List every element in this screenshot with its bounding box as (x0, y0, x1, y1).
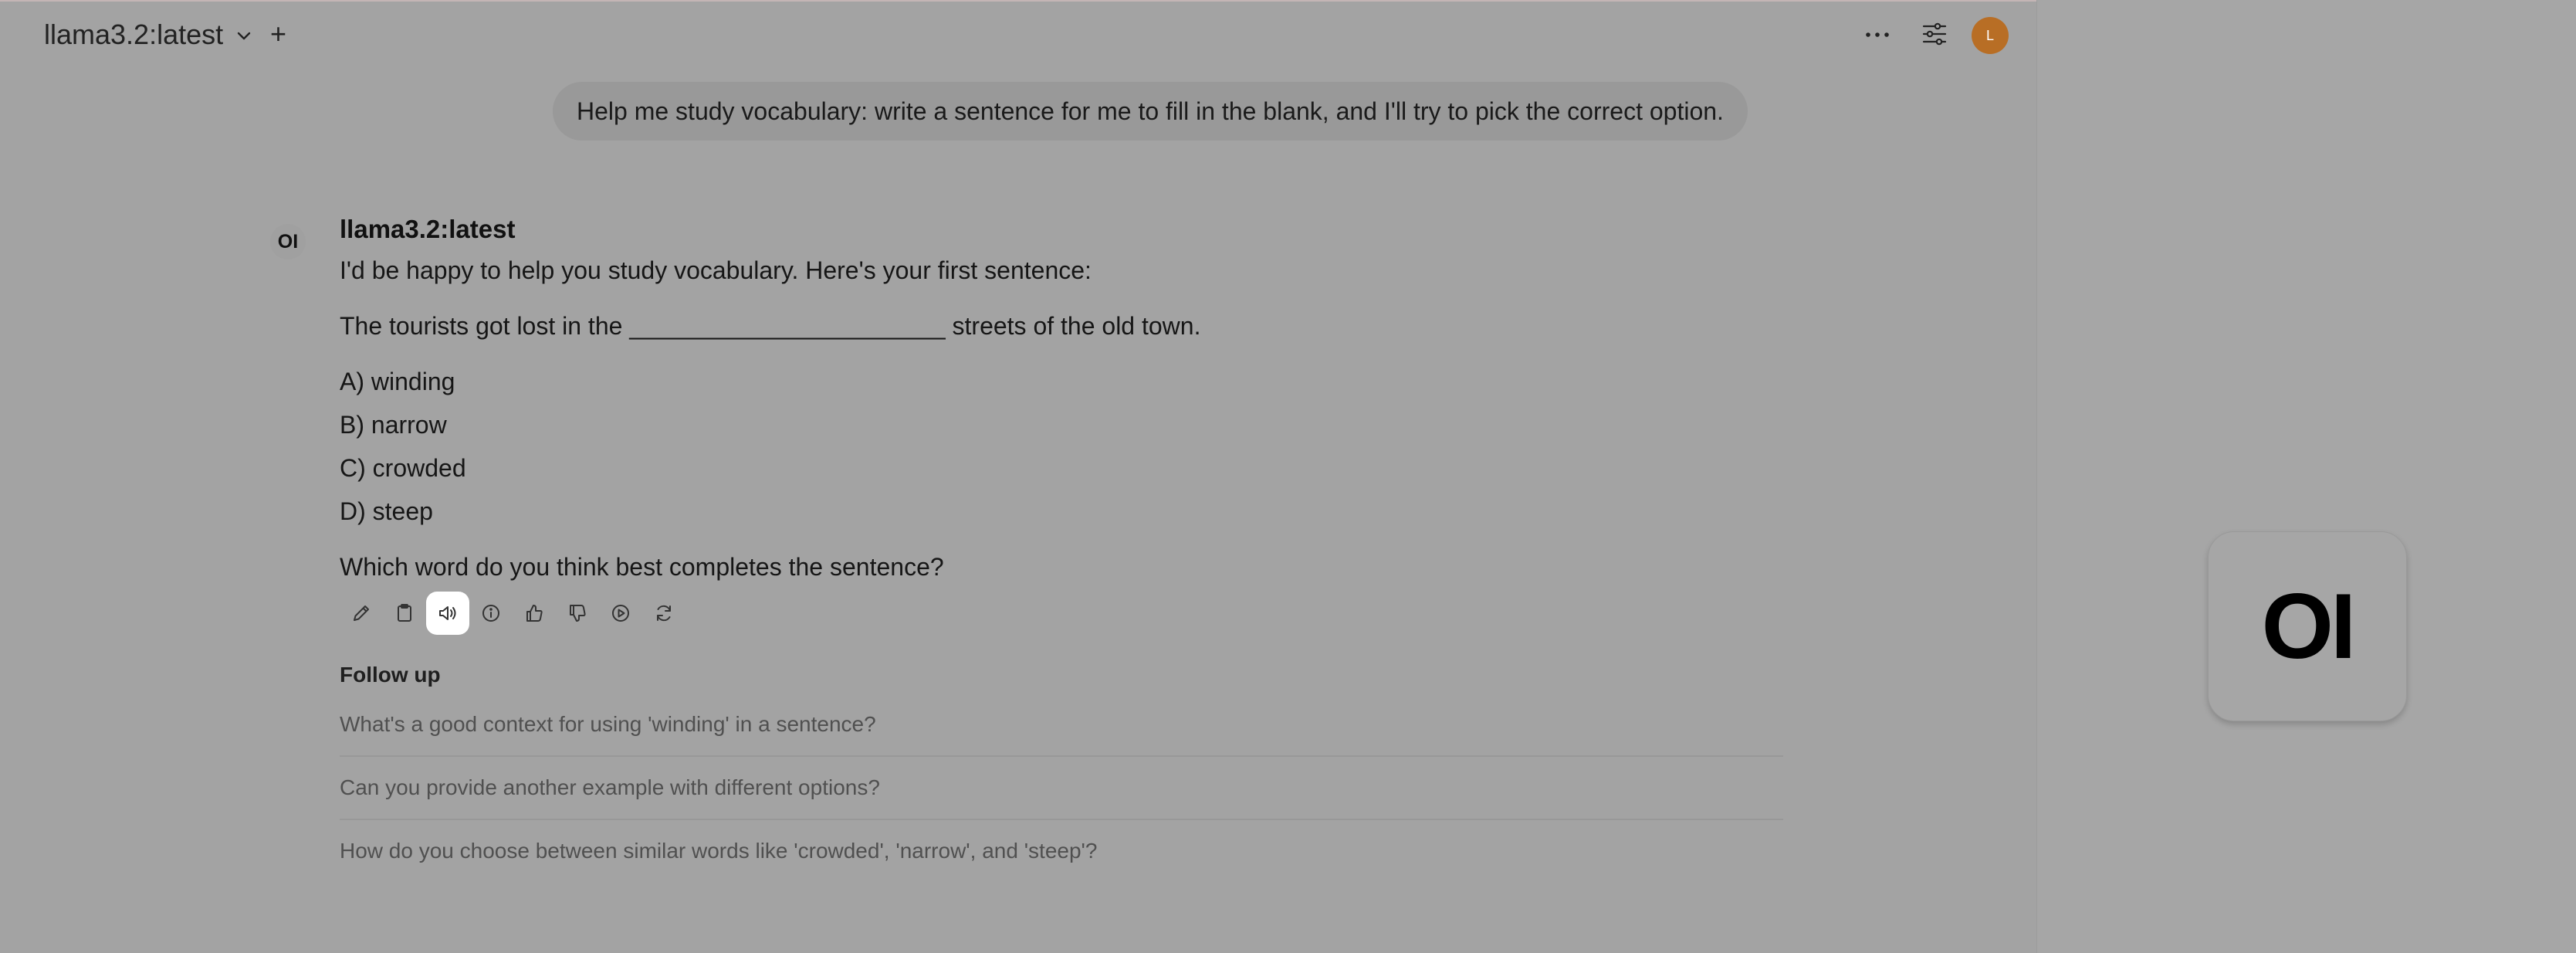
assistant-name: llama3.2:latest (340, 215, 516, 243)
follow-up-item[interactable]: How do you choose between similar words … (340, 839, 1783, 863)
ellipsis-icon[interactable] (1862, 23, 1893, 46)
sliders-icon[interactable] (1921, 20, 1948, 48)
model-selector-label[interactable]: llama3.2:latest (44, 19, 223, 51)
user-avatar[interactable]: L (1972, 17, 2009, 54)
right-panel (2036, 0, 2576, 953)
thumbs-down-icon[interactable] (556, 592, 599, 635)
follow-up-title: Follow up (340, 663, 441, 687)
chevron-down-icon[interactable] (235, 26, 253, 45)
option-b: B) narrow (340, 411, 447, 439)
app-logo-tile: OI (2208, 531, 2407, 721)
speaker-icon[interactable] (426, 592, 469, 635)
divider (340, 819, 1783, 820)
pencil-icon[interactable] (340, 592, 383, 635)
app-logo-text: OI (2261, 575, 2357, 678)
add-model-button[interactable]: + (270, 20, 286, 48)
follow-up-item[interactable]: Can you provide another example with dif… (340, 775, 1783, 800)
option-c: C) crowded (340, 454, 466, 482)
divider (340, 755, 1783, 757)
info-icon[interactable] (469, 592, 513, 635)
follow-up-item[interactable]: What's a good context for using 'winding… (340, 712, 1783, 737)
assistant-question: Which word do you think best completes t… (340, 553, 944, 581)
option-a: A) winding (340, 368, 455, 395)
user-message-bubble: Help me study vocabulary: write a senten… (553, 82, 1748, 141)
refresh-icon[interactable] (642, 592, 685, 635)
assistant-intro: I'd be happy to help you study vocabular… (340, 256, 1092, 284)
clipboard-icon[interactable] (383, 592, 426, 635)
assistant-sentence: The tourists got lost in the ___________… (340, 312, 1201, 340)
assistant-avatar: OI (270, 224, 306, 259)
play-circle-icon[interactable] (599, 592, 642, 635)
thumbs-up-icon[interactable] (513, 592, 556, 635)
top-bar: llama3.2:latest + L (0, 0, 2036, 71)
option-d: D) steep (340, 497, 433, 525)
